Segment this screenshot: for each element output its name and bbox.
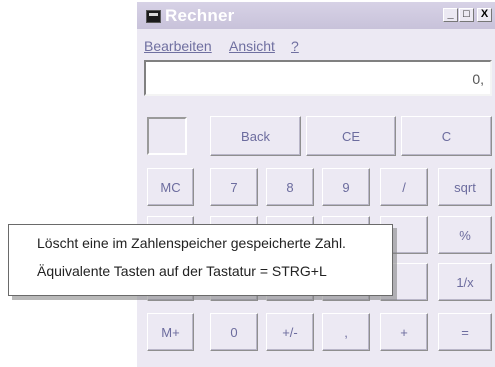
- plus-button[interactable]: +: [380, 313, 428, 351]
- minimize-button[interactable]: _: [443, 8, 458, 22]
- decimal-comma-button[interactable]: ,: [322, 313, 370, 351]
- menu-bearbeiten[interactable]: Bearbeiten: [144, 38, 212, 54]
- key-7[interactable]: 7: [210, 168, 258, 206]
- menu-help[interactable]: ?: [291, 38, 299, 54]
- key-0[interactable]: 0: [210, 313, 258, 351]
- sqrt-button[interactable]: sqrt: [438, 168, 492, 206]
- reciprocal-button[interactable]: 1/x: [438, 263, 492, 301]
- back-button[interactable]: Back: [210, 116, 301, 156]
- c-button[interactable]: C: [401, 116, 492, 156]
- tooltip-line-1: Löscht eine im Zahlenspeicher gespeicher…: [37, 235, 346, 251]
- tooltip-line-2: Äquivalente Tasten auf der Tastatur = ST…: [37, 263, 327, 279]
- maximize-button[interactable]: □: [459, 8, 474, 22]
- key-9[interactable]: 9: [322, 168, 370, 206]
- help-tooltip: Löscht eine im Zahlenspeicher gespeicher…: [8, 224, 393, 296]
- mplus-button[interactable]: M+: [147, 313, 194, 351]
- memory-indicator: [147, 117, 187, 155]
- key-8[interactable]: 8: [266, 168, 314, 206]
- percent-button[interactable]: %: [438, 216, 492, 254]
- display-field: 0,: [144, 60, 492, 96]
- window-title: Rechner: [165, 6, 235, 25]
- menu-ansicht[interactable]: Ansicht: [229, 38, 275, 54]
- close-button[interactable]: X: [477, 8, 492, 22]
- equals-button[interactable]: =: [438, 313, 492, 351]
- ce-button[interactable]: CE: [306, 116, 396, 156]
- divide-button[interactable]: /: [380, 168, 428, 206]
- mc-button[interactable]: MC: [147, 168, 194, 206]
- display-value: 0,: [472, 71, 484, 87]
- calculator-app-icon: [146, 10, 161, 23]
- plus-minus-button[interactable]: +/-: [266, 313, 314, 351]
